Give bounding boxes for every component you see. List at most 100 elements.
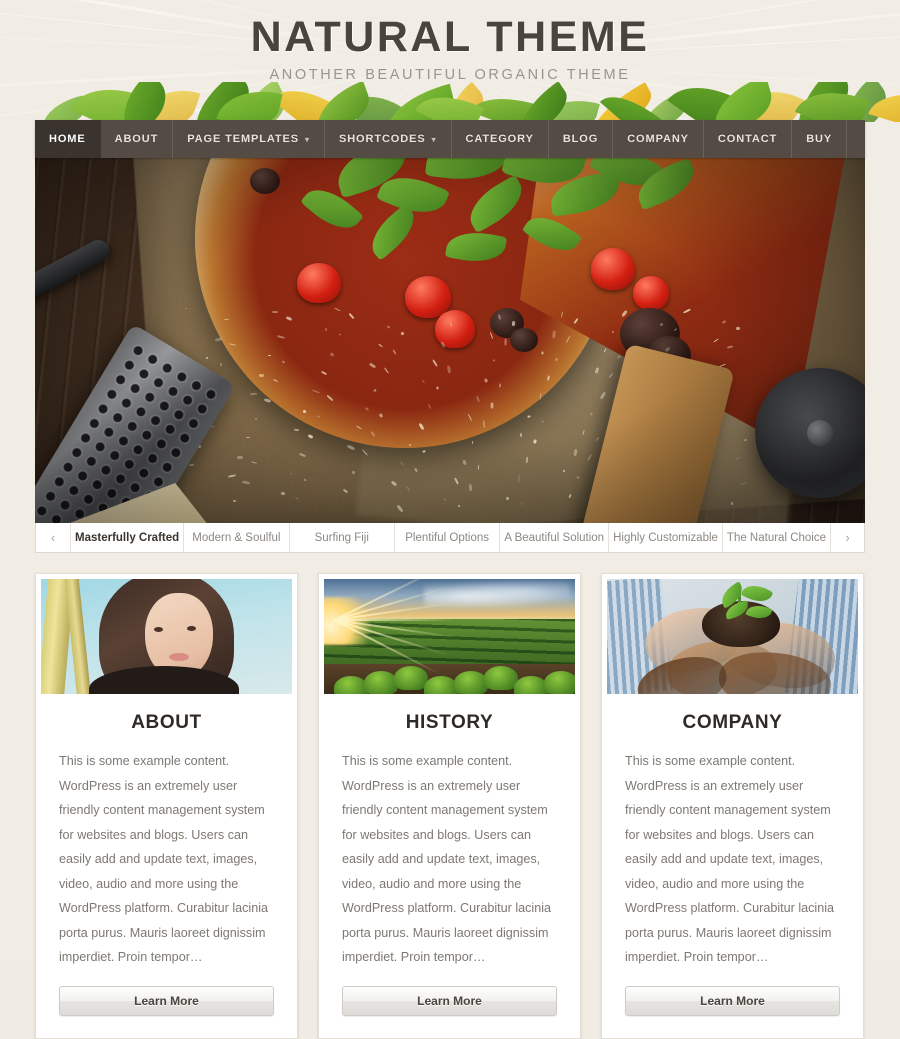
leaf-shape [233, 82, 293, 122]
leaf-shape [306, 82, 376, 122]
leaf-shape [738, 82, 805, 122]
leaf-decoration [0, 82, 900, 122]
feature-card-company: COMPANY This is some example content. Wor… [601, 573, 864, 1039]
nav-item-shortcodes[interactable]: SHORTCODES ▾ [325, 120, 452, 158]
card-button-wrapper: Learn More [607, 970, 858, 1038]
leaf-shape [70, 82, 151, 122]
leaf-shape [506, 82, 576, 122]
nav-item-page-templates[interactable]: PAGE TEMPLATES ▾ [173, 120, 325, 158]
slider-tab-a-beautiful-solution[interactable]: A Beautiful Solution [499, 523, 608, 552]
nav-item-company[interactable]: COMPANY [613, 120, 704, 158]
nav-item-label: HOME [49, 133, 86, 145]
thumbnail-art-woman [41, 579, 292, 694]
feature-card-history: HISTORY This is some example content. Wor… [318, 573, 581, 1039]
card-button-wrapper: Learn More [324, 970, 575, 1038]
nav-item-about[interactable]: ABOUT [101, 120, 174, 158]
slider-tab-strip: ‹ Masterfully Crafted Modern & Soulful Surf… [35, 520, 865, 553]
site-header: NATURAL THEME ANOTHER BEAUTIFUL ORGANIC … [0, 0, 900, 122]
foreground-plant [424, 676, 458, 694]
feature-card-about: ABOUT This is some example content. WordP… [35, 573, 298, 1039]
slider-next-arrow-icon[interactable]: › [830, 523, 864, 552]
slider-tab-modern-soulful[interactable]: Modern & Soulful [183, 523, 288, 552]
nav-item-label: CONTACT [717, 133, 778, 145]
card-body: COMPANY This is some example content. Wor… [607, 694, 858, 970]
leaf-shape [543, 90, 600, 122]
leaf-shape [667, 82, 754, 122]
nav-item-label: SHORTCODES [338, 133, 426, 145]
card-text: This is some example content. WordPress … [59, 754, 269, 965]
card-thumbnail[interactable] [41, 579, 292, 694]
card-text: This is some example content. WordPress … [625, 754, 835, 965]
leaf-shape [216, 82, 283, 122]
eye-right [187, 626, 196, 631]
main-navigation: HOME ABOUT PAGE TEMPLATES ▾ SHORTCODES ▾ CATEG… [35, 120, 865, 158]
thumbnail-art-field [324, 579, 575, 694]
lips [169, 653, 189, 661]
leaf-shape [470, 82, 551, 122]
card-title: ABOUT [131, 712, 202, 733]
foreground-plant [514, 676, 548, 694]
slider-prev-arrow-icon[interactable]: ‹ [36, 523, 70, 552]
nav-item-label: PAGE TEMPLATES [187, 133, 300, 145]
nav-item-buy[interactable]: BUY [792, 120, 848, 158]
leaf-shape [178, 82, 260, 122]
nav-item-label: COMPANY [627, 133, 689, 145]
leaf-shape [271, 82, 350, 122]
foreground-plant [364, 671, 398, 694]
slider-tab-highly-customizable[interactable]: Highly Customizable [608, 523, 722, 552]
leaf-shape [777, 82, 861, 122]
thumbnail-art-hands [607, 579, 858, 694]
leaf-shape [37, 95, 89, 122]
hero-slide-image [35, 158, 865, 523]
nav-item-category[interactable]: CATEGORY [452, 120, 549, 158]
leaf-shape [379, 83, 459, 122]
site-tagline: ANOTHER BEAUTIFUL ORGANIC THEME [269, 67, 631, 84]
leaf-shape [704, 82, 778, 122]
leaf-shape [105, 82, 177, 122]
leaf-shape [433, 82, 493, 122]
content-wrapper: HOME ABOUT PAGE TEMPLATES ▾ SHORTCODES ▾ CATEG… [35, 120, 865, 1039]
leaf-shape [414, 82, 485, 122]
leaf-shape [634, 91, 692, 122]
leaf-shape [829, 82, 897, 122]
nav-item-home[interactable]: HOME [35, 120, 101, 158]
chevron-down-icon: ▾ [305, 134, 310, 144]
leaf-shape [868, 82, 900, 122]
card-body: ABOUT This is some example content. WordP… [41, 694, 292, 970]
image-vignette [35, 158, 865, 523]
learn-more-button[interactable]: Learn More [59, 985, 274, 1016]
learn-more-button[interactable]: Learn More [625, 985, 840, 1016]
card-body: HISTORY This is some example content. Wor… [324, 694, 575, 970]
card-text: This is some example content. WordPress … [342, 754, 552, 965]
slider-tab-the-natural-choice[interactable]: The Natural Choice [721, 523, 830, 552]
hero-slider[interactable] [35, 158, 865, 523]
site-title: NATURAL THEME [250, 13, 650, 61]
chevron-down-icon: ▾ [431, 134, 437, 144]
nav-filler [847, 120, 865, 158]
leaf-shape [341, 82, 402, 122]
card-thumbnail[interactable] [324, 579, 575, 694]
nav-item-label: BLOG [562, 133, 599, 145]
nav-item-blog[interactable]: BLOG [549, 120, 614, 158]
slider-tab-masterfully-crafted[interactable]: Masterfully Crafted [70, 520, 184, 552]
leaf-shape [599, 82, 666, 122]
nav-item-label: ABOUT [114, 133, 159, 145]
eye-left [154, 627, 163, 632]
leaf-shape [142, 82, 201, 122]
card-title: COMPANY [682, 712, 783, 733]
nav-item-label: BUY [806, 133, 833, 145]
leaf-shape [794, 82, 871, 122]
learn-more-button[interactable]: Learn More [342, 985, 557, 1016]
foreground-plant [394, 666, 428, 690]
foreground-plant [334, 676, 368, 694]
nav-item-contact[interactable]: CONTACT [704, 120, 793, 158]
card-title: HISTORY [405, 712, 494, 733]
foreground-plant [484, 666, 518, 690]
card-thumbnail[interactable] [607, 579, 858, 694]
nav-item-label: CATEGORY [465, 133, 534, 145]
foreground-plant [544, 671, 575, 694]
foreground-plant [454, 671, 488, 694]
feature-card-row: ABOUT This is some example content. WordP… [35, 573, 865, 1039]
slider-tab-plentiful-options[interactable]: Plentiful Options [393, 523, 499, 552]
slider-tab-surfing-fiji[interactable]: Surfing Fiji [288, 523, 394, 552]
